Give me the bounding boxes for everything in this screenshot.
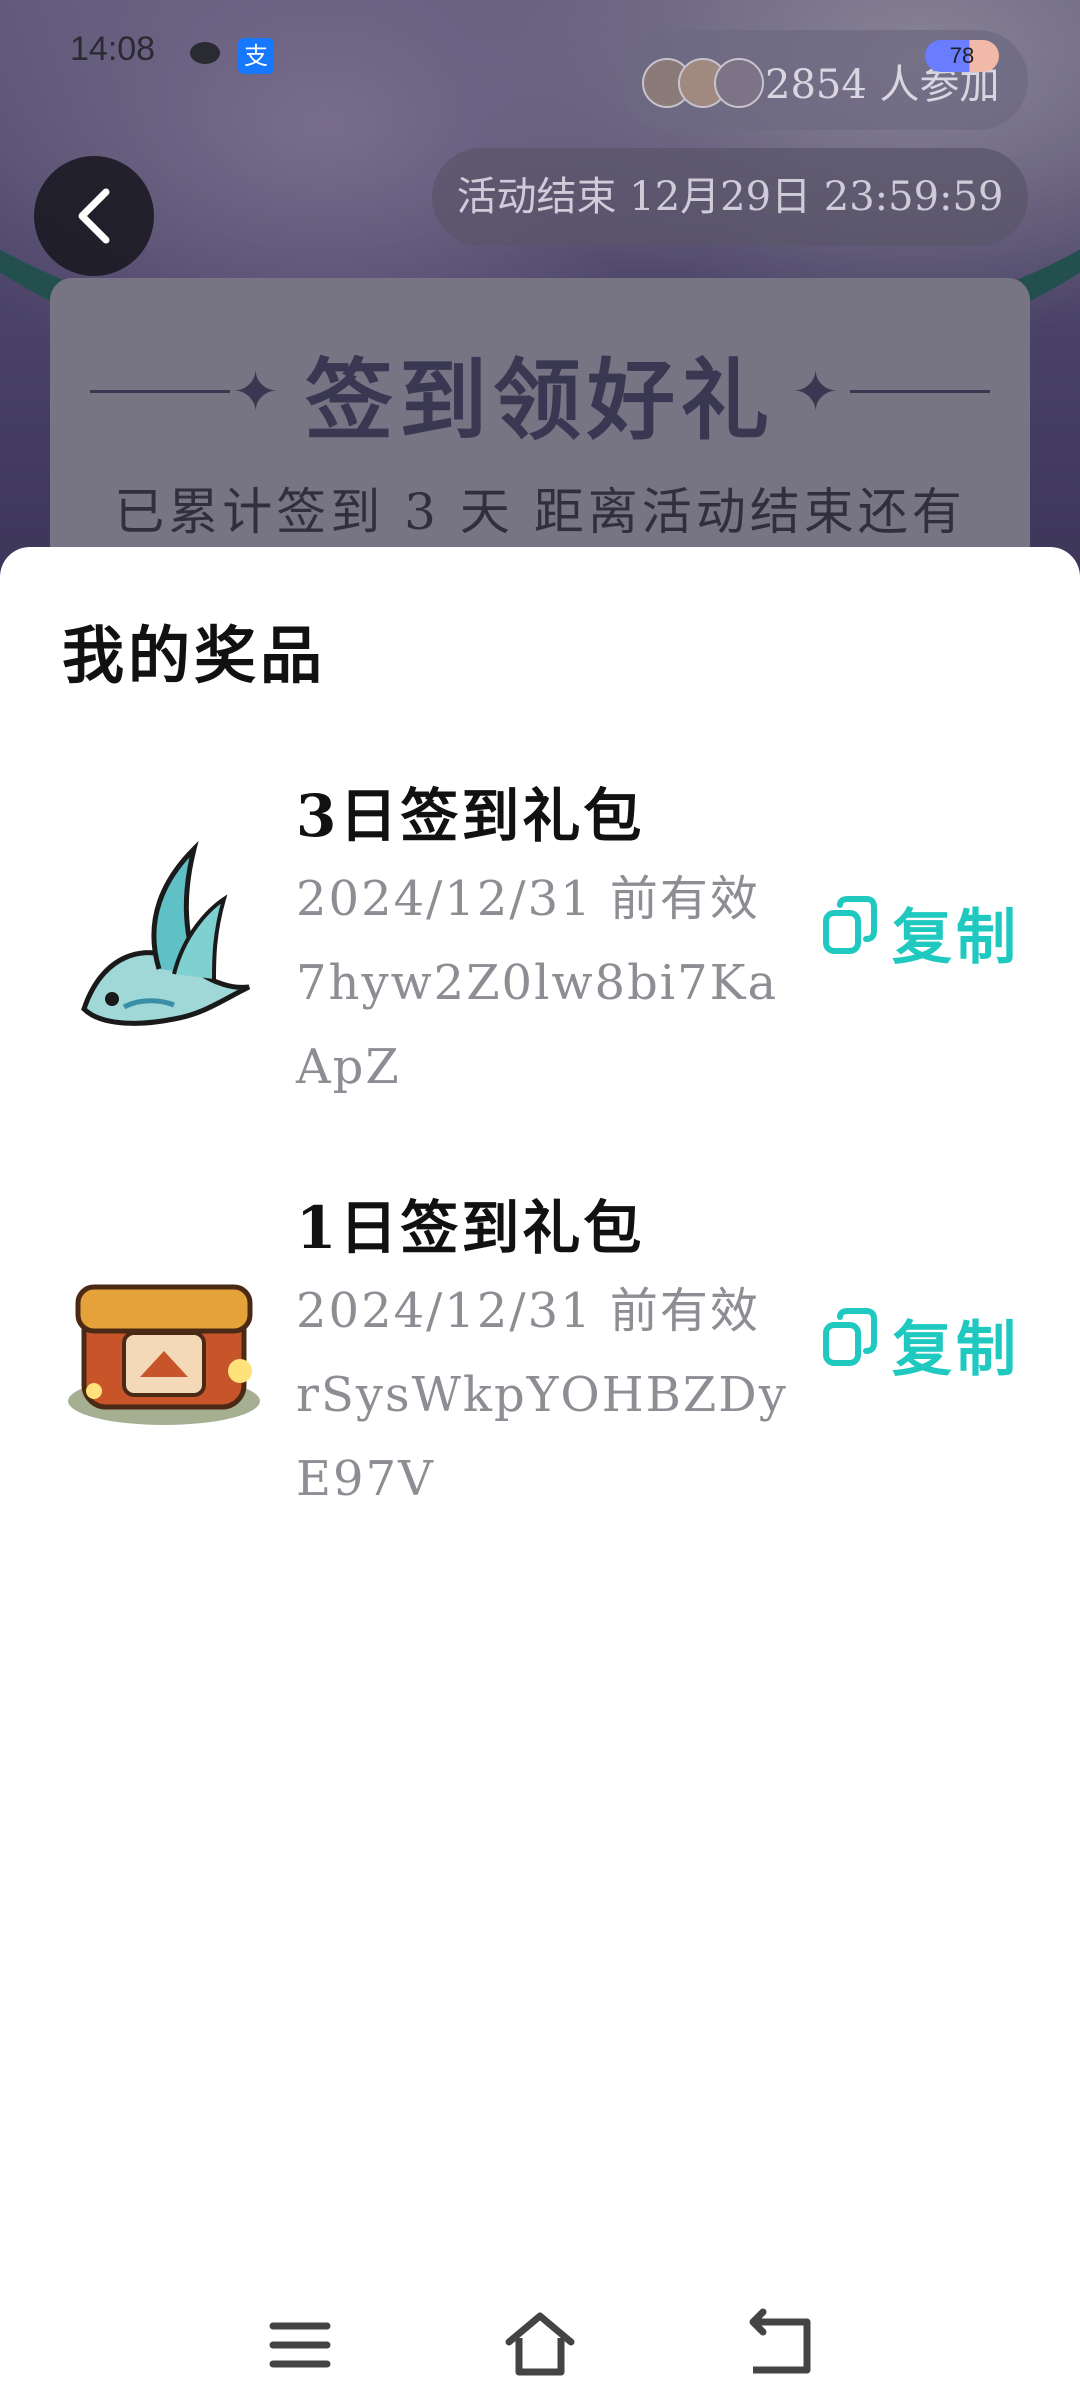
prize-expire-date: 2024/12/31 前有效 (296, 871, 760, 927)
prize-code: rSysWkpYOHBZDyE97V (296, 1367, 788, 1507)
notification-dot-icon (190, 42, 220, 64)
copy-icon (823, 1308, 877, 1366)
treasure-chest-icon (64, 1251, 264, 1451)
prize-name: 1日签到礼包 (296, 1194, 645, 1262)
home-button[interactable] (495, 2300, 585, 2390)
sheet-title: 我的奖品 (62, 619, 327, 692)
menu-icon (269, 2322, 331, 2368)
back-button[interactable] (34, 156, 154, 276)
avatar (714, 58, 764, 108)
prize-code: 7hyw2Z0lw8bi7KaApZ (296, 955, 779, 1095)
system-nav-bar (0, 2290, 1080, 2400)
chevron-left-icon (78, 188, 110, 244)
spirit-fish-icon (64, 839, 264, 1039)
screen: 签到领好礼 ✦ ✦ 已累计签到 3 天 距离活动结束还有 14:08 支 285… (0, 0, 1080, 2400)
event-end-time: 活动结束 12月29日 23:59:59 (432, 148, 1028, 246)
alipay-icon: 支 (238, 38, 274, 74)
back-icon (749, 2308, 811, 2374)
my-prizes-sheet: 我的奖品 3日签到礼包 2024/12/31 前有效 7hyw2Z0lw8bi7… (0, 547, 1080, 2400)
battery-indicator: 78 (925, 40, 999, 72)
home-icon (505, 2312, 575, 2376)
prize-expire-date: 2024/12/31 前有效 (296, 1283, 760, 1339)
prize-item: 3日签到礼包 2024/12/31 前有效 7hyw2Z0lw8bi7KaApZ… (0, 769, 1080, 1129)
copy-button[interactable]: 复制 (820, 881, 1030, 973)
prize-item: 1日签到礼包 2024/12/31 前有效 rSysWkpYOHBZDyE97V… (0, 1181, 1080, 1541)
copy-label: 复制 (892, 1315, 1020, 1385)
status-time: 14:08 (70, 30, 156, 68)
back-nav-button[interactable] (735, 2300, 825, 2390)
menu-button[interactable] (255, 2300, 345, 2390)
prize-name: 3日签到礼包 (296, 782, 645, 850)
copy-icon (823, 896, 877, 954)
copy-label: 复制 (892, 903, 1020, 973)
copy-button[interactable]: 复制 (820, 1293, 1030, 1385)
